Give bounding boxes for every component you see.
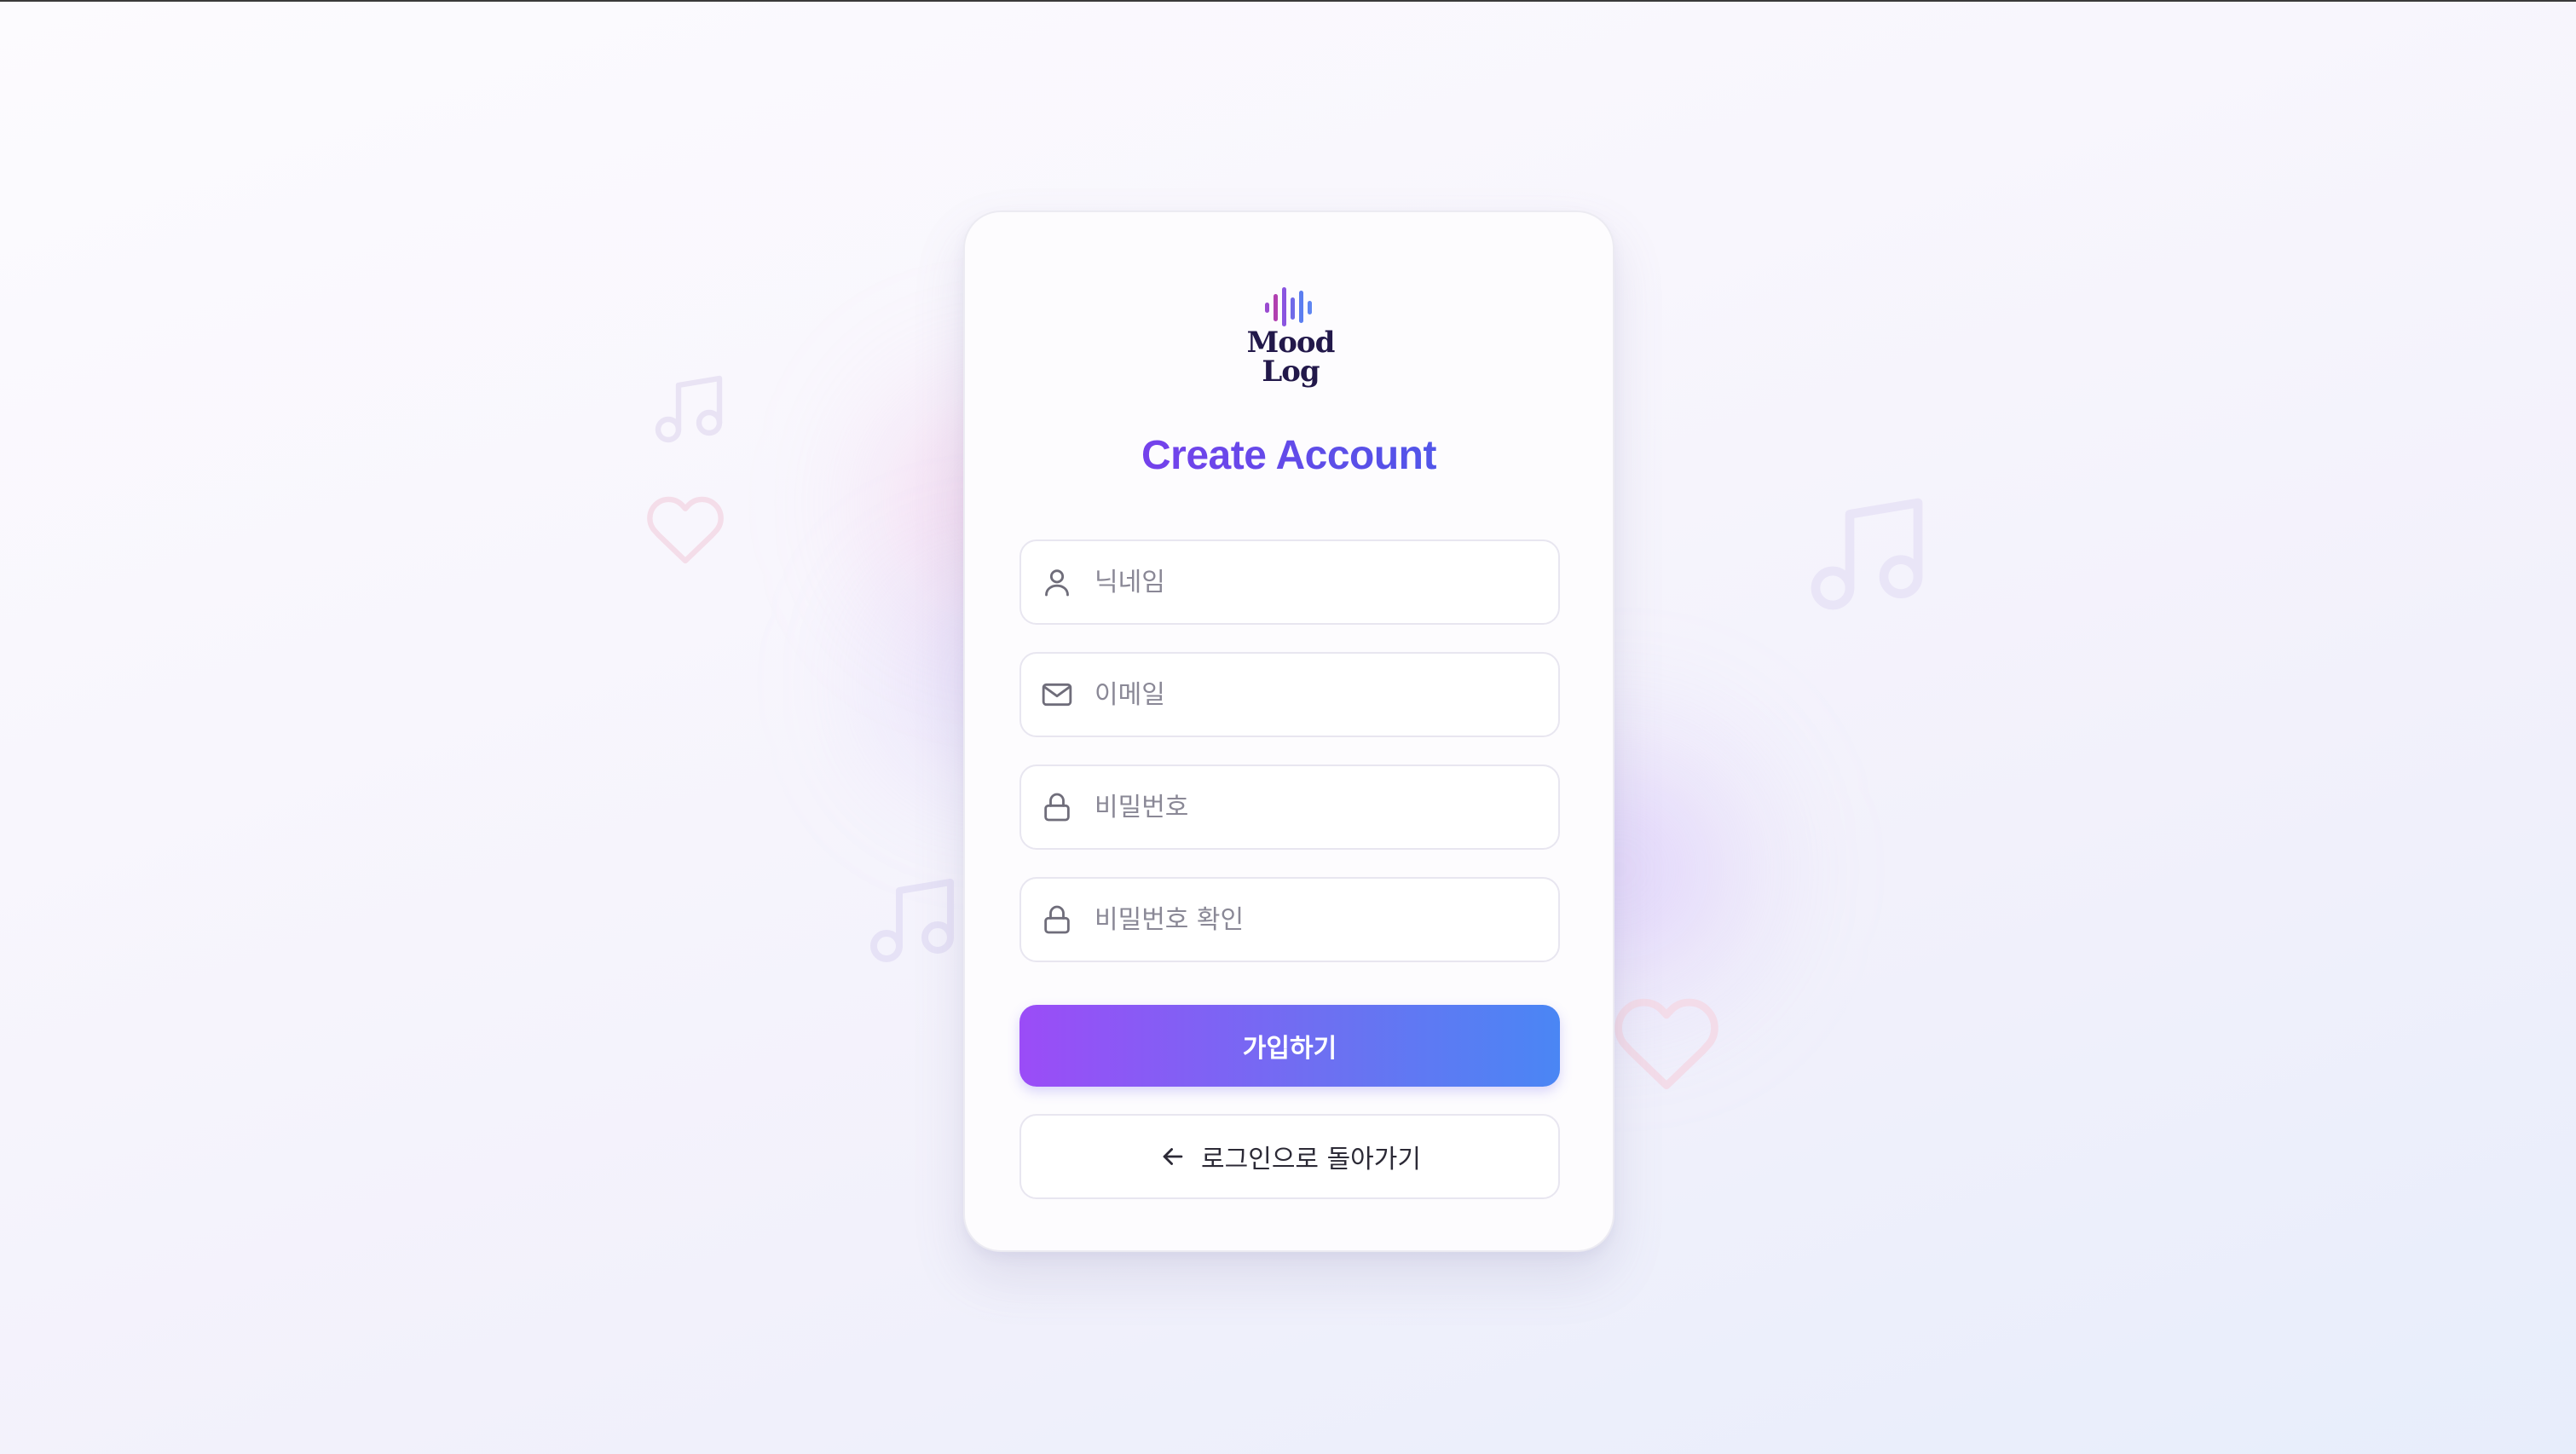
password-confirm-field[interactable] bbox=[1019, 877, 1560, 962]
nickname-input[interactable] bbox=[1095, 541, 1538, 623]
sound-bars-icon bbox=[1222, 287, 1359, 326]
lock-icon bbox=[1040, 903, 1074, 937]
window-top-border bbox=[0, 0, 2576, 2]
music-note-icon bbox=[861, 869, 963, 972]
lock-icon bbox=[1040, 790, 1074, 824]
heart-icon bbox=[1611, 989, 1722, 1099]
password-field[interactable] bbox=[1019, 765, 1560, 850]
user-icon bbox=[1040, 565, 1074, 599]
music-note-icon bbox=[1799, 486, 1935, 622]
mail-icon bbox=[1040, 678, 1074, 712]
arrow-left-icon bbox=[1158, 1142, 1187, 1171]
page-title: Create Account bbox=[965, 432, 1613, 479]
app-logo: Mood Log bbox=[1222, 287, 1359, 389]
signup-card: Mood Log Create Account 닉네임 이메일 가입하기 로그인… bbox=[963, 211, 1614, 1252]
logo-wordmark-line1: Mood bbox=[1246, 326, 1336, 360]
logo-wordmark-line2: Log bbox=[1262, 355, 1320, 389]
heart-icon bbox=[644, 489, 726, 571]
email-field[interactable] bbox=[1019, 652, 1560, 737]
signup-button[interactable]: 가입하기 bbox=[1019, 1005, 1560, 1087]
back-to-login-label: 로그인으로 돌아가기 bbox=[1201, 1145, 1421, 1174]
email-input[interactable] bbox=[1095, 654, 1538, 736]
password-input[interactable] bbox=[1095, 766, 1538, 848]
password-confirm-input[interactable] bbox=[1095, 879, 1538, 961]
nickname-field[interactable] bbox=[1019, 539, 1560, 625]
music-note-icon bbox=[648, 368, 730, 450]
back-to-login-button[interactable]: 로그인으로 돌아가기 bbox=[1019, 1114, 1560, 1199]
